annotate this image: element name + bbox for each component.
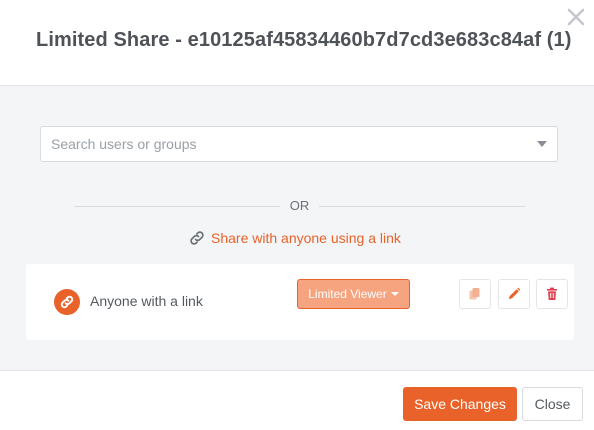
or-label: OR: [289, 198, 310, 213]
dialog-footer: Save Changes Close: [0, 370, 594, 430]
close-button[interactable]: Close: [522, 387, 583, 421]
delete-share-button[interactable]: [536, 279, 568, 309]
share-entry-label: Anyone with a link: [90, 293, 203, 309]
share-dialog: Limited Share - e10125af45834460b7d7cd3e…: [0, 0, 594, 430]
caret-down-icon: [390, 292, 399, 296]
dialog-body: OR Share with anyone using a link Anyone…: [0, 86, 594, 370]
link-icon: [190, 231, 204, 245]
trash-icon: [547, 287, 557, 300]
dialog-header: Limited Share - e10125af45834460b7d7cd3e…: [0, 0, 594, 86]
close-x-icon[interactable]: [564, 5, 588, 29]
copy-icon: [469, 288, 480, 300]
search-input[interactable]: [51, 127, 521, 161]
divider-left: [74, 206, 280, 207]
search-select[interactable]: [40, 126, 558, 162]
chevron-down-icon[interactable]: [537, 141, 547, 147]
share-with-link-button[interactable]: Share with anyone using a link: [188, 228, 401, 248]
share-link-label[interactable]: Share with anyone using a link: [211, 230, 401, 246]
save-changes-button[interactable]: Save Changes: [403, 387, 517, 421]
dialog-title: Limited Share - e10125af45834460b7d7cd3e…: [36, 29, 572, 51]
role-label: Limited Viewer: [308, 287, 387, 301]
divider-right: [319, 206, 525, 207]
edit-share-button[interactable]: [498, 279, 530, 309]
or-separator: OR: [74, 198, 525, 214]
copy-link-button[interactable]: [459, 279, 491, 309]
role-dropdown-button[interactable]: Limited Viewer: [297, 279, 410, 309]
link-avatar-icon: [54, 289, 80, 315]
pencil-icon: [509, 287, 521, 299]
share-entry-row: Anyone with a link Limited Viewer: [26, 264, 574, 340]
